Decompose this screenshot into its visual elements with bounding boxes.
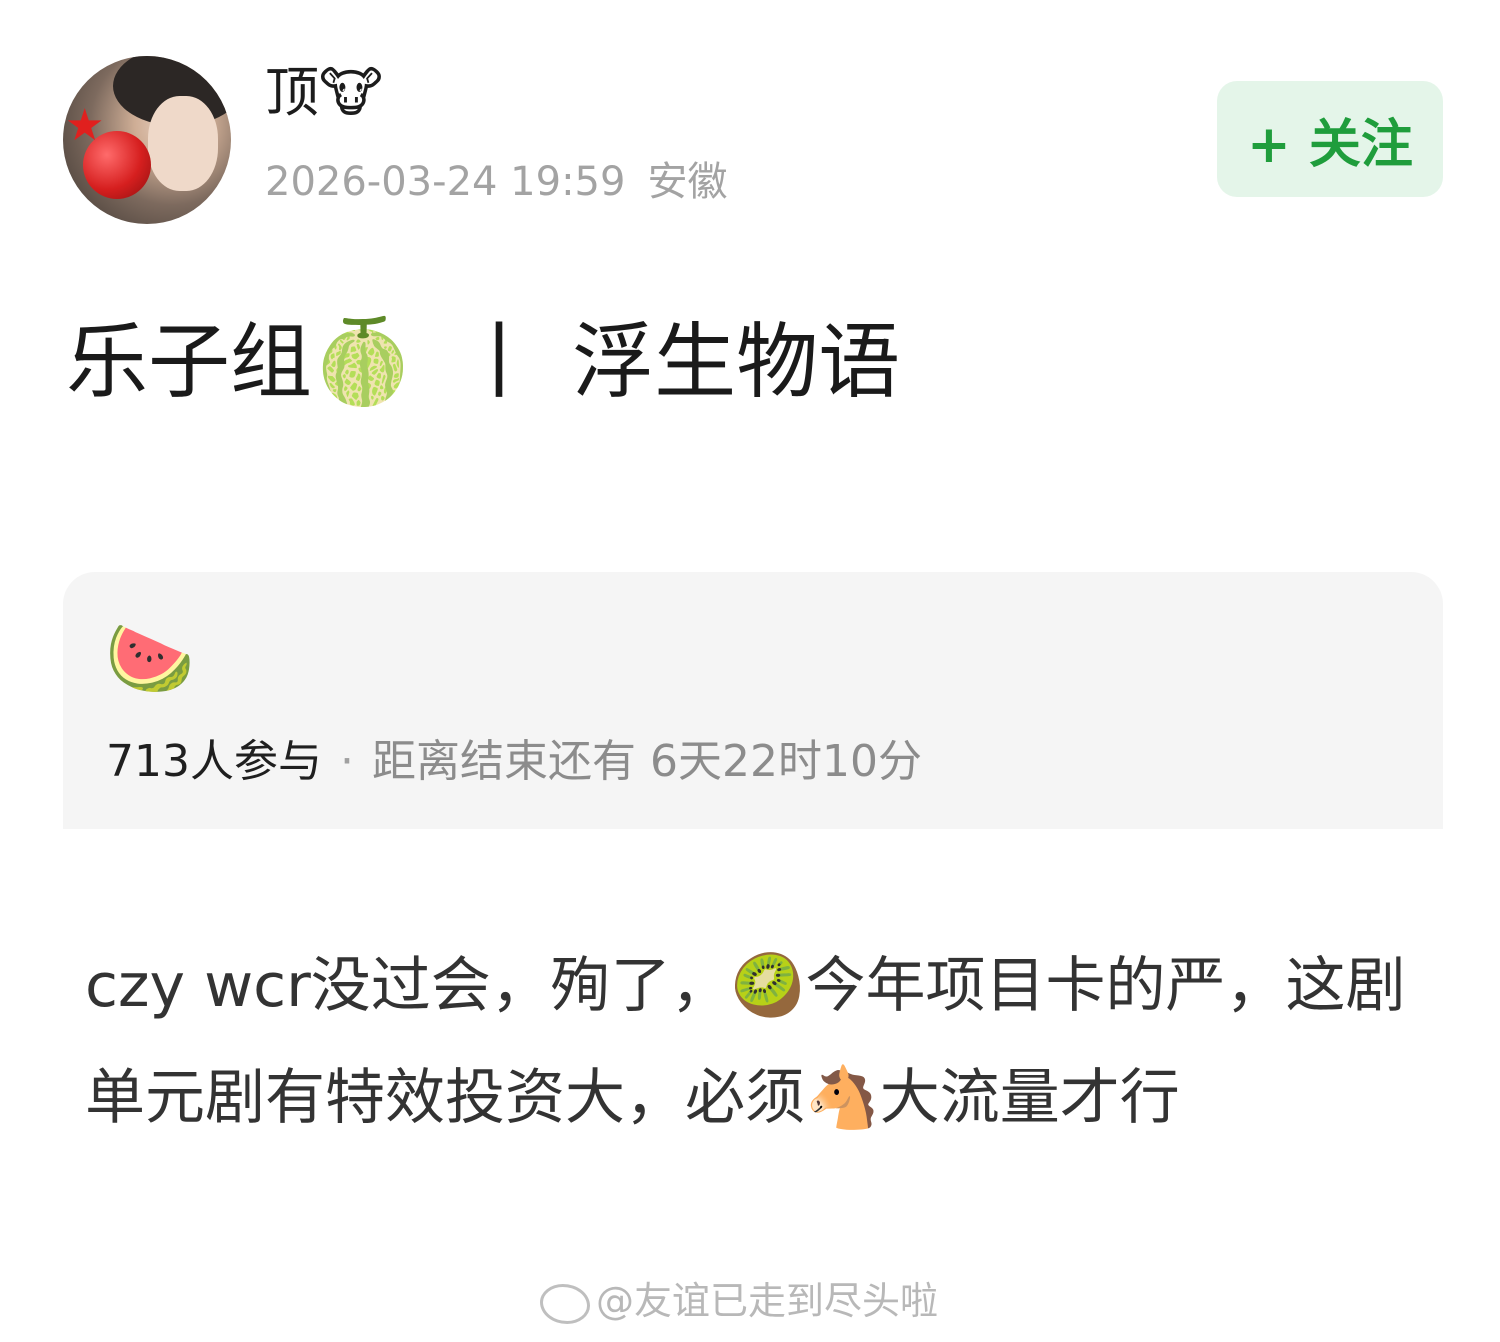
post-title-right: 浮生物语 [572, 315, 901, 410]
follow-button[interactable]: + 关注 [1217, 81, 1443, 197]
poll-deadline: 距离结束还有 6天22时10分 [371, 736, 922, 787]
user-avatar[interactable]: ★ [63, 56, 231, 224]
weibo-logo-icon [540, 1283, 590, 1324]
poll-card[interactable]: 🍉 713人参与 · 距离结束还有 6天22时10分 [63, 572, 1443, 829]
username-emoji-icon: 🐮 [319, 61, 383, 124]
post-body: czy wcr没过会，殉了，🥝今年项目卡的严，这剧单元剧有特效投资大，必须🐴大流… [85, 951, 1406, 1133]
title-separator: 丨 [458, 315, 541, 410]
poll-stats-separator: · [339, 736, 354, 787]
post-meta: 2026-03-24 19:59 安徽 [265, 162, 727, 202]
watermark-text: @友谊已走到尽头啦 [596, 1279, 939, 1323]
post-location: 安徽 [647, 159, 728, 205]
melon-emoji-icon: 🍈 [312, 315, 415, 410]
avatar-face-shape [148, 96, 218, 191]
username-text: 顶 [265, 61, 319, 124]
watermark: @友谊已走到尽头啦 [540, 1282, 938, 1324]
post-title: 乐子组🍈 丨浮生物语 [66, 322, 900, 404]
poll-stats: 713人参与 · 距离结束还有 6天22时10分 [106, 740, 922, 784]
username[interactable]: 顶🐮 [265, 66, 383, 120]
watermelon-emoji-icon: 🍉 [105, 616, 195, 700]
post-title-left: 乐子组 [66, 315, 313, 410]
avatar-star-icon: ★ [65, 100, 105, 151]
post-timestamp: 2026-03-24 19:59 [265, 159, 626, 205]
poll-participants: 713人参与 [106, 736, 322, 787]
